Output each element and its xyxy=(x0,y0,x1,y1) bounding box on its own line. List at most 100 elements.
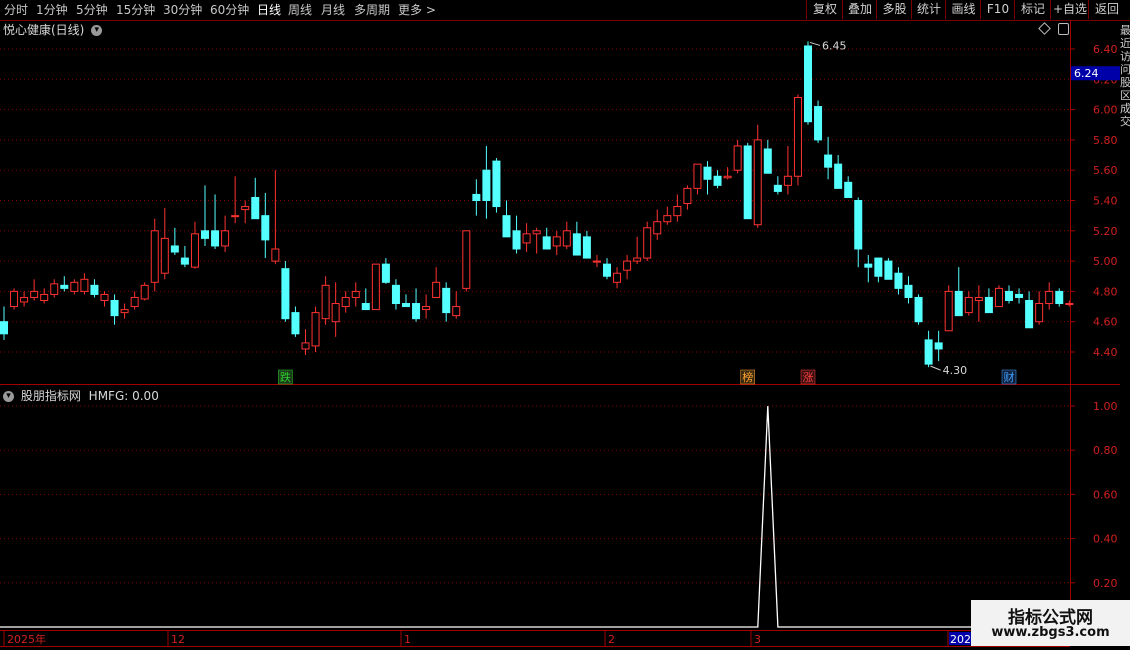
event-tag-1: 榜 xyxy=(742,370,753,384)
sidebar-char: 交 xyxy=(1120,115,1130,128)
candle-body xyxy=(30,290,39,298)
candle-body xyxy=(241,206,250,211)
candle-body xyxy=(251,196,260,220)
high-pointer xyxy=(809,41,821,46)
main-y-tick-label: 4.40 xyxy=(1093,346,1118,359)
indicator-y-tick-label: 0.20 xyxy=(1093,577,1118,590)
candle-body xyxy=(633,257,642,262)
candle-body xyxy=(723,175,732,179)
candle-body xyxy=(984,296,993,314)
candle-body xyxy=(864,263,873,268)
date-label: 2 xyxy=(608,633,615,646)
main-y-tick-label: 5.20 xyxy=(1093,225,1118,238)
candle-body xyxy=(874,257,883,277)
candle-body xyxy=(522,233,531,244)
candle-body xyxy=(562,230,571,247)
candle-body xyxy=(160,237,169,274)
sidebar-char: 近 xyxy=(1120,37,1130,50)
sidebar-char: 区 xyxy=(1120,89,1130,102)
hmfg-line xyxy=(0,405,1110,628)
chevron-down-icon[interactable]: ▾ xyxy=(91,25,103,36)
candle-body xyxy=(552,236,561,247)
main-y-tick-label: 5.40 xyxy=(1093,195,1118,208)
candle-body xyxy=(402,303,410,308)
main-y-tick-label: 6.00 xyxy=(1093,104,1118,117)
sidebar-char: 访 xyxy=(1120,50,1130,63)
panel-toggle-icon[interactable] xyxy=(1058,23,1069,35)
candle-body xyxy=(1025,299,1034,329)
candle-body xyxy=(854,200,863,250)
candle-body xyxy=(110,299,119,317)
candle-body xyxy=(964,296,973,314)
candle-body xyxy=(150,230,159,283)
main-panel-title-row: 悦心健康(日线) ▾ xyxy=(3,21,103,38)
candle-body xyxy=(120,309,129,314)
candle-body xyxy=(542,236,551,250)
watermark-url: www.zbgs3.com xyxy=(991,625,1110,640)
candle-body xyxy=(311,312,320,347)
candle-body xyxy=(824,154,833,168)
candle-body xyxy=(944,290,953,332)
candle-body xyxy=(492,160,501,208)
candle-body xyxy=(1055,290,1064,305)
candle-body xyxy=(934,342,943,350)
recent-access-sidebar[interactable]: 最 近 访 问 股 区 成 交 xyxy=(1120,24,1130,424)
current-price-label: 6.24 xyxy=(1074,67,1099,80)
candle-body xyxy=(914,296,923,323)
candle-body xyxy=(834,163,843,189)
candle-body xyxy=(884,260,893,280)
candle-body xyxy=(140,284,149,300)
date-label: 3 xyxy=(754,633,761,646)
candle-body xyxy=(643,227,652,259)
candle-body xyxy=(170,245,179,253)
candle-body xyxy=(211,230,220,247)
candle-body xyxy=(532,230,541,235)
indicator-panel-title-row: ▾ 股朋指标网 HMFG: 0.00 xyxy=(3,387,159,404)
indicator-title[interactable]: 股朋指标网 xyxy=(21,389,81,403)
candle-body xyxy=(412,303,421,320)
candle-body xyxy=(1015,293,1024,298)
candle-body xyxy=(50,283,59,295)
candle-body xyxy=(20,296,29,303)
candle-body xyxy=(130,296,139,308)
candle-body xyxy=(582,236,591,259)
candle-body xyxy=(924,339,933,365)
indicator-value: HMFG: 0.00 xyxy=(88,389,159,403)
candle-body xyxy=(763,148,772,174)
candle-body xyxy=(10,290,19,308)
candle-body xyxy=(814,106,823,141)
candle-body xyxy=(512,230,521,250)
candle-body xyxy=(321,284,330,320)
sidebar-char: 股 xyxy=(1120,76,1130,89)
kline-chart[interactable]: 6.406.206.005.805.605.405.205.004.804.60… xyxy=(0,0,1130,650)
chevron-down-icon[interactable]: ▾ xyxy=(3,391,14,402)
low-pointer xyxy=(930,365,941,371)
candle-body xyxy=(613,272,622,283)
candle-body xyxy=(894,272,903,289)
high-price-label: 6.45 xyxy=(822,39,847,52)
candle-body xyxy=(462,230,471,289)
candle-body xyxy=(592,260,601,263)
candle-body xyxy=(994,287,1003,308)
candle-body xyxy=(261,215,270,241)
candle-body xyxy=(1005,290,1013,301)
candle-body xyxy=(271,248,280,262)
main-y-tick-label: 6.40 xyxy=(1093,43,1118,56)
candle-body xyxy=(291,312,300,335)
candle-body xyxy=(180,257,189,265)
candle-body xyxy=(301,342,310,350)
candle-body xyxy=(60,284,69,289)
candle-body xyxy=(773,184,782,192)
candle-body xyxy=(783,175,792,186)
candle-body xyxy=(0,321,8,335)
main-y-tick-label: 4.80 xyxy=(1093,285,1118,298)
candle-body xyxy=(452,306,461,317)
stock-title[interactable]: 悦心健康(日线) xyxy=(3,23,84,37)
indicator-y-tick-label: 0.40 xyxy=(1093,533,1118,546)
candle-body xyxy=(623,260,632,271)
candle-body xyxy=(472,193,481,202)
candle-body xyxy=(80,278,89,292)
candle-body xyxy=(391,284,400,305)
main-y-tick-label: 4.60 xyxy=(1093,316,1118,329)
sidebar-char: 问 xyxy=(1120,63,1130,76)
